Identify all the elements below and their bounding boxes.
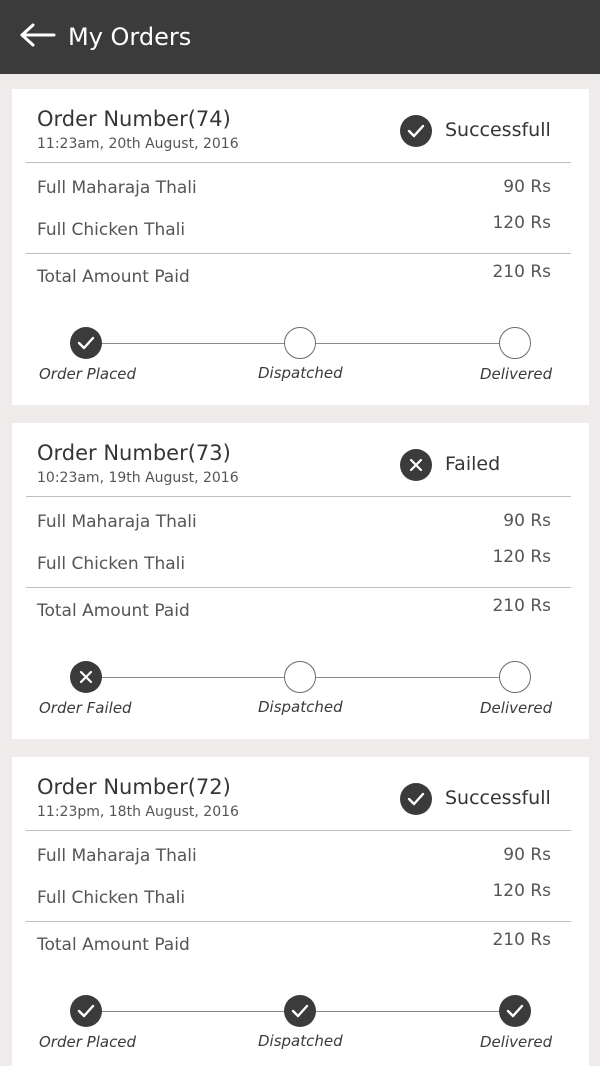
divider — [26, 162, 571, 163]
item-price: 120 Rs — [492, 881, 551, 901]
order-timestamp: 11:23am, 20th August, 2016 — [37, 136, 239, 152]
step-label: Delivered — [480, 699, 553, 717]
total-label: Total Amount Paid — [37, 935, 190, 955]
check-icon — [70, 995, 102, 1027]
order-card[interactable]: Order Number(74) 11:23am, 20th August, 20… — [12, 89, 589, 405]
arrow-left-icon — [20, 23, 56, 51]
empty-circle-icon — [499, 327, 531, 359]
divider — [26, 587, 571, 588]
total-amount: 210 Rs — [492, 930, 551, 950]
check-icon — [400, 115, 432, 147]
item-name: Full Chicken Thali — [37, 554, 186, 574]
step-label: Dispatched — [258, 698, 343, 716]
step-label: Delivered — [480, 1033, 553, 1051]
total-amount: 210 Rs — [492, 262, 551, 282]
item-name: Full Maharaja Thali — [37, 512, 197, 532]
order-number: Order Number(72) — [37, 775, 231, 799]
step-label: Delivered — [480, 365, 553, 383]
item-name: Full Maharaja Thali — [37, 178, 197, 198]
check-icon — [70, 327, 102, 359]
back-button[interactable] — [18, 22, 58, 52]
order-timestamp: 10:23am, 19th August, 2016 — [37, 470, 239, 486]
item-price: 120 Rs — [492, 547, 551, 567]
item-name: Full Maharaja Thali — [37, 846, 197, 866]
order-number: Order Number(73) — [37, 441, 231, 465]
empty-circle-icon — [284, 661, 316, 693]
order-card[interactable]: Order Number(73) 10:23am, 19th August, 20… — [12, 423, 589, 739]
total-amount: 210 Rs — [492, 596, 551, 616]
order-status: Successfull — [445, 787, 551, 809]
item-name: Full Chicken Thali — [37, 220, 186, 240]
order-status: Successfull — [445, 119, 551, 141]
app-bar: My Orders — [0, 0, 600, 74]
check-icon — [400, 783, 432, 815]
order-status: Failed — [445, 453, 501, 475]
step-label: Dispatched — [258, 1032, 343, 1050]
item-price: 90 Rs — [503, 177, 551, 197]
divider — [26, 253, 571, 254]
item-name: Full Chicken Thali — [37, 888, 186, 908]
item-price: 90 Rs — [503, 845, 551, 865]
total-label: Total Amount Paid — [37, 267, 190, 287]
empty-circle-icon — [284, 327, 316, 359]
divider — [26, 496, 571, 497]
item-price: 120 Rs — [492, 213, 551, 233]
step-label: Order Placed — [39, 1033, 137, 1051]
divider — [26, 921, 571, 922]
close-icon — [70, 661, 102, 693]
step-label: Order Placed — [39, 365, 137, 383]
close-icon — [400, 449, 432, 481]
step-label: Order Failed — [39, 699, 132, 717]
check-icon — [284, 995, 316, 1027]
check-icon — [499, 995, 531, 1027]
divider — [26, 830, 571, 831]
order-card[interactable]: Order Number(72) 11:23pm, 18th August, 20… — [12, 757, 589, 1066]
step-label: Dispatched — [258, 364, 343, 382]
order-number: Order Number(74) — [37, 107, 231, 131]
item-price: 90 Rs — [503, 511, 551, 531]
total-label: Total Amount Paid — [37, 601, 190, 621]
order-timestamp: 11:23pm, 18th August, 2016 — [37, 804, 239, 820]
empty-circle-icon — [499, 661, 531, 693]
page-title: My Orders — [68, 23, 192, 51]
